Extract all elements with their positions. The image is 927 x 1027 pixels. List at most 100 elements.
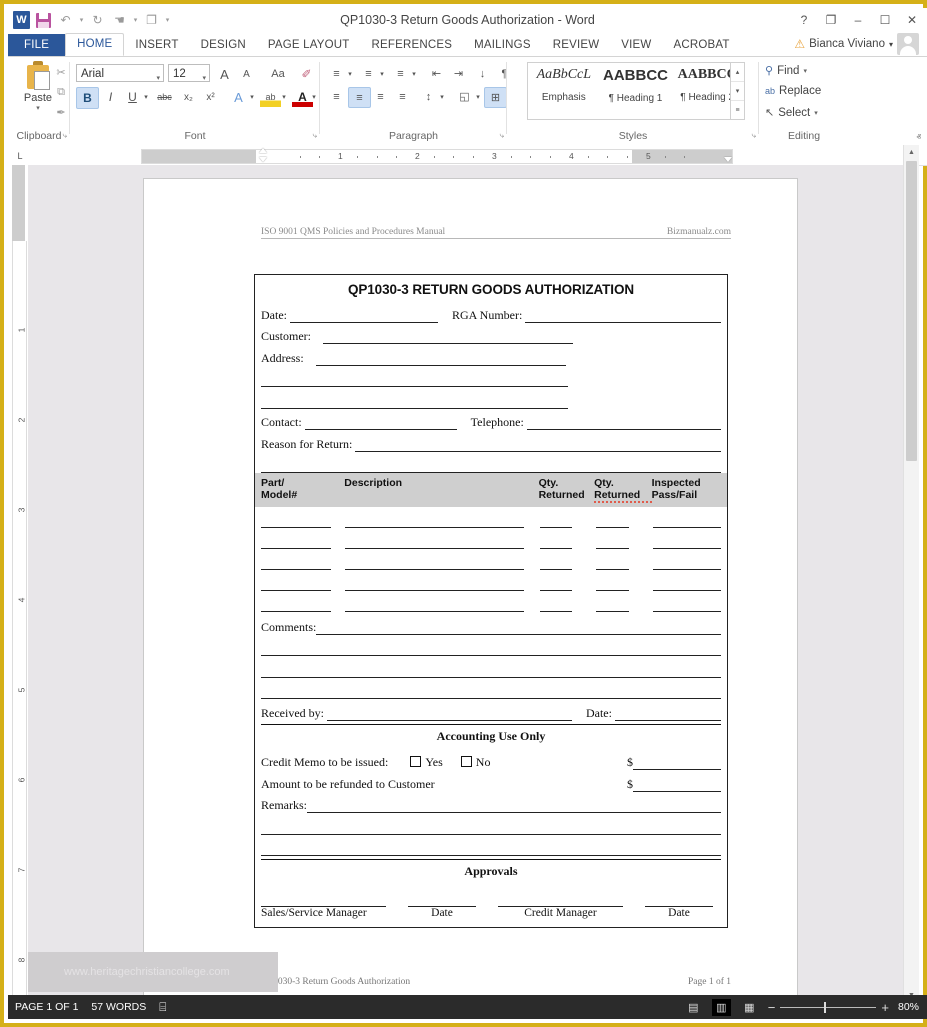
cell-qty-returned-1[interactable] xyxy=(539,535,572,549)
replace-button[interactable]: ab Replace xyxy=(765,85,821,97)
underline-dropdown-icon[interactable]: ▾ xyxy=(142,87,150,107)
format-painter-icon[interactable]: ✒ xyxy=(52,102,70,122)
styles-more-icon[interactable]: ≡ xyxy=(731,101,744,119)
undo-dropdown-icon[interactable]: ▾ xyxy=(78,11,85,30)
received-date-input[interactable] xyxy=(614,706,721,721)
shading-dropdown-icon[interactable]: ▾ xyxy=(474,87,482,106)
scrollbar-thumb[interactable] xyxy=(906,161,917,461)
address-input-1[interactable] xyxy=(315,351,566,366)
font-name-combobox[interactable]: Arial ▾ xyxy=(76,64,164,82)
cell-description[interactable] xyxy=(344,556,524,570)
comments-input-2[interactable] xyxy=(261,641,721,656)
remarks-input-1[interactable] xyxy=(307,798,721,813)
cell-description[interactable] xyxy=(344,598,524,612)
cell-description[interactable] xyxy=(344,577,524,591)
remarks-input-2[interactable] xyxy=(261,820,721,835)
document-page[interactable]: ISO 9001 QMS Policies and Procedures Man… xyxy=(144,179,797,995)
align-right-button[interactable]: ≡ xyxy=(370,87,391,106)
cell-qty-returned-1[interactable] xyxy=(539,598,572,612)
superscript-button[interactable]: x² xyxy=(200,87,221,107)
address-input-3[interactable] xyxy=(261,394,568,409)
shading-button[interactable]: ◱ xyxy=(454,87,475,106)
cell-qty-returned-2[interactable] xyxy=(595,514,630,528)
change-case-button[interactable]: Aa xyxy=(264,64,292,84)
contact-input[interactable] xyxy=(304,415,457,430)
tab-file[interactable]: FILE xyxy=(8,34,66,56)
telephone-input[interactable] xyxy=(526,415,721,430)
avatar[interactable] xyxy=(897,33,919,55)
credit-memo-yes-option[interactable]: Yes xyxy=(410,755,443,770)
line-spacing-button[interactable]: ↕ xyxy=(418,87,439,106)
zoom-track[interactable] xyxy=(780,1001,877,1013)
font-size-combobox[interactable]: 12 ▾ xyxy=(168,64,210,82)
cell-inspected-pass-fail[interactable] xyxy=(653,556,721,570)
cell-part-model[interactable] xyxy=(261,514,331,528)
customer-input[interactable] xyxy=(323,329,573,344)
clipboard-dialog-launcher[interactable]: ⤷ xyxy=(63,131,67,141)
date-input[interactable] xyxy=(290,308,438,323)
help-icon[interactable]: ? xyxy=(791,9,817,31)
comments-input-4[interactable] xyxy=(261,684,721,699)
strikethrough-button[interactable]: abc xyxy=(154,87,175,107)
borders-button[interactable]: ⊞ xyxy=(484,87,507,108)
checkbox-no[interactable] xyxy=(460,755,472,767)
undo-icon[interactable]: ↶ xyxy=(56,11,75,30)
multilevel-dropdown-icon[interactable]: ▾ xyxy=(410,64,418,83)
sort-button[interactable]: ↓ xyxy=(472,64,493,83)
bullets-button[interactable]: ≡ xyxy=(326,64,347,83)
tab-acrobat[interactable]: ACROBAT xyxy=(662,35,740,56)
save-icon[interactable] xyxy=(34,11,53,30)
select-dropdown-icon[interactable]: ▾ xyxy=(814,109,818,117)
signature-line-sales-manager[interactable] xyxy=(261,894,386,907)
rga-number-input[interactable] xyxy=(525,308,721,323)
text-effects-dropdown-icon[interactable]: ▾ xyxy=(248,87,256,107)
grow-font-button[interactable]: A xyxy=(214,64,235,84)
account-dropdown-icon[interactable]: ▾ xyxy=(889,40,893,49)
text-effects-icon[interactable]: A xyxy=(228,87,249,107)
maximize-button[interactable]: ☐ xyxy=(872,9,898,31)
cell-part-model[interactable] xyxy=(261,577,331,591)
first-line-indent-marker[interactable] xyxy=(259,148,267,153)
right-indent-marker[interactable] xyxy=(724,157,732,162)
reason-input-1[interactable] xyxy=(355,437,721,452)
justify-button[interactable]: ≡ xyxy=(392,87,413,106)
styles-scroll-down-icon[interactable]: ▾ xyxy=(731,82,744,101)
remarks-input-3[interactable] xyxy=(261,841,721,856)
zoom-level[interactable]: 80% xyxy=(898,1001,919,1013)
tab-insert[interactable]: INSERT xyxy=(124,35,189,56)
tab-stop-selector[interactable]: L xyxy=(12,148,28,163)
tab-view[interactable]: VIEW xyxy=(610,35,662,56)
styles-scroll-up-icon[interactable]: ▴ xyxy=(731,63,744,82)
page-indicator[interactable]: PAGE 1 OF 1 xyxy=(15,1001,78,1013)
touch-dropdown-icon[interactable]: ▾ xyxy=(132,11,139,30)
cell-inspected-pass-fail[interactable] xyxy=(653,514,721,528)
close-button[interactable]: ✕ xyxy=(899,9,925,31)
tab-home[interactable]: HOME xyxy=(65,33,125,56)
word-count[interactable]: 57 WORDS xyxy=(91,1001,146,1013)
numbering-button[interactable]: ≡ xyxy=(358,64,379,83)
numbering-dropdown-icon[interactable]: ▾ xyxy=(378,64,386,83)
font-color-dropdown-icon[interactable]: ▾ xyxy=(310,87,318,107)
multilevel-list-button[interactable]: ≡ xyxy=(390,64,411,83)
select-button[interactable]: ↖ Select ▾ xyxy=(765,106,818,120)
shrink-font-button[interactable]: A xyxy=(236,64,257,84)
scroll-up-icon[interactable]: ▲ xyxy=(904,145,919,160)
received-by-input[interactable] xyxy=(326,706,572,721)
highlight-color-icon[interactable]: ab xyxy=(260,87,281,107)
line-spacing-dropdown-icon[interactable]: ▾ xyxy=(438,87,446,106)
ribbon-display-options-icon[interactable]: ❐ xyxy=(818,9,844,31)
copy-icon[interactable]: ⧉ xyxy=(52,82,70,102)
zoom-slider[interactable]: − + xyxy=(768,1000,889,1015)
cell-qty-returned-1[interactable] xyxy=(539,514,572,528)
decrease-indent-button[interactable]: ⇤ xyxy=(426,64,447,83)
underline-button[interactable]: U xyxy=(122,87,143,107)
highlight-dropdown-icon[interactable]: ▾ xyxy=(280,87,288,107)
clear-formatting-icon[interactable]: ✐ xyxy=(296,64,317,84)
cell-inspected-pass-fail[interactable] xyxy=(653,598,721,612)
redo-icon[interactable]: ↻ xyxy=(88,11,107,30)
cell-qty-returned-2[interactable] xyxy=(595,598,630,612)
cell-qty-returned-1[interactable] xyxy=(539,556,572,570)
vertical-ruler[interactable]: 1 2 3 4 5 6 7 8 xyxy=(8,165,29,1003)
styles-dialog-launcher[interactable]: ⤷ xyxy=(752,131,756,141)
italic-button[interactable]: I xyxy=(100,87,121,107)
